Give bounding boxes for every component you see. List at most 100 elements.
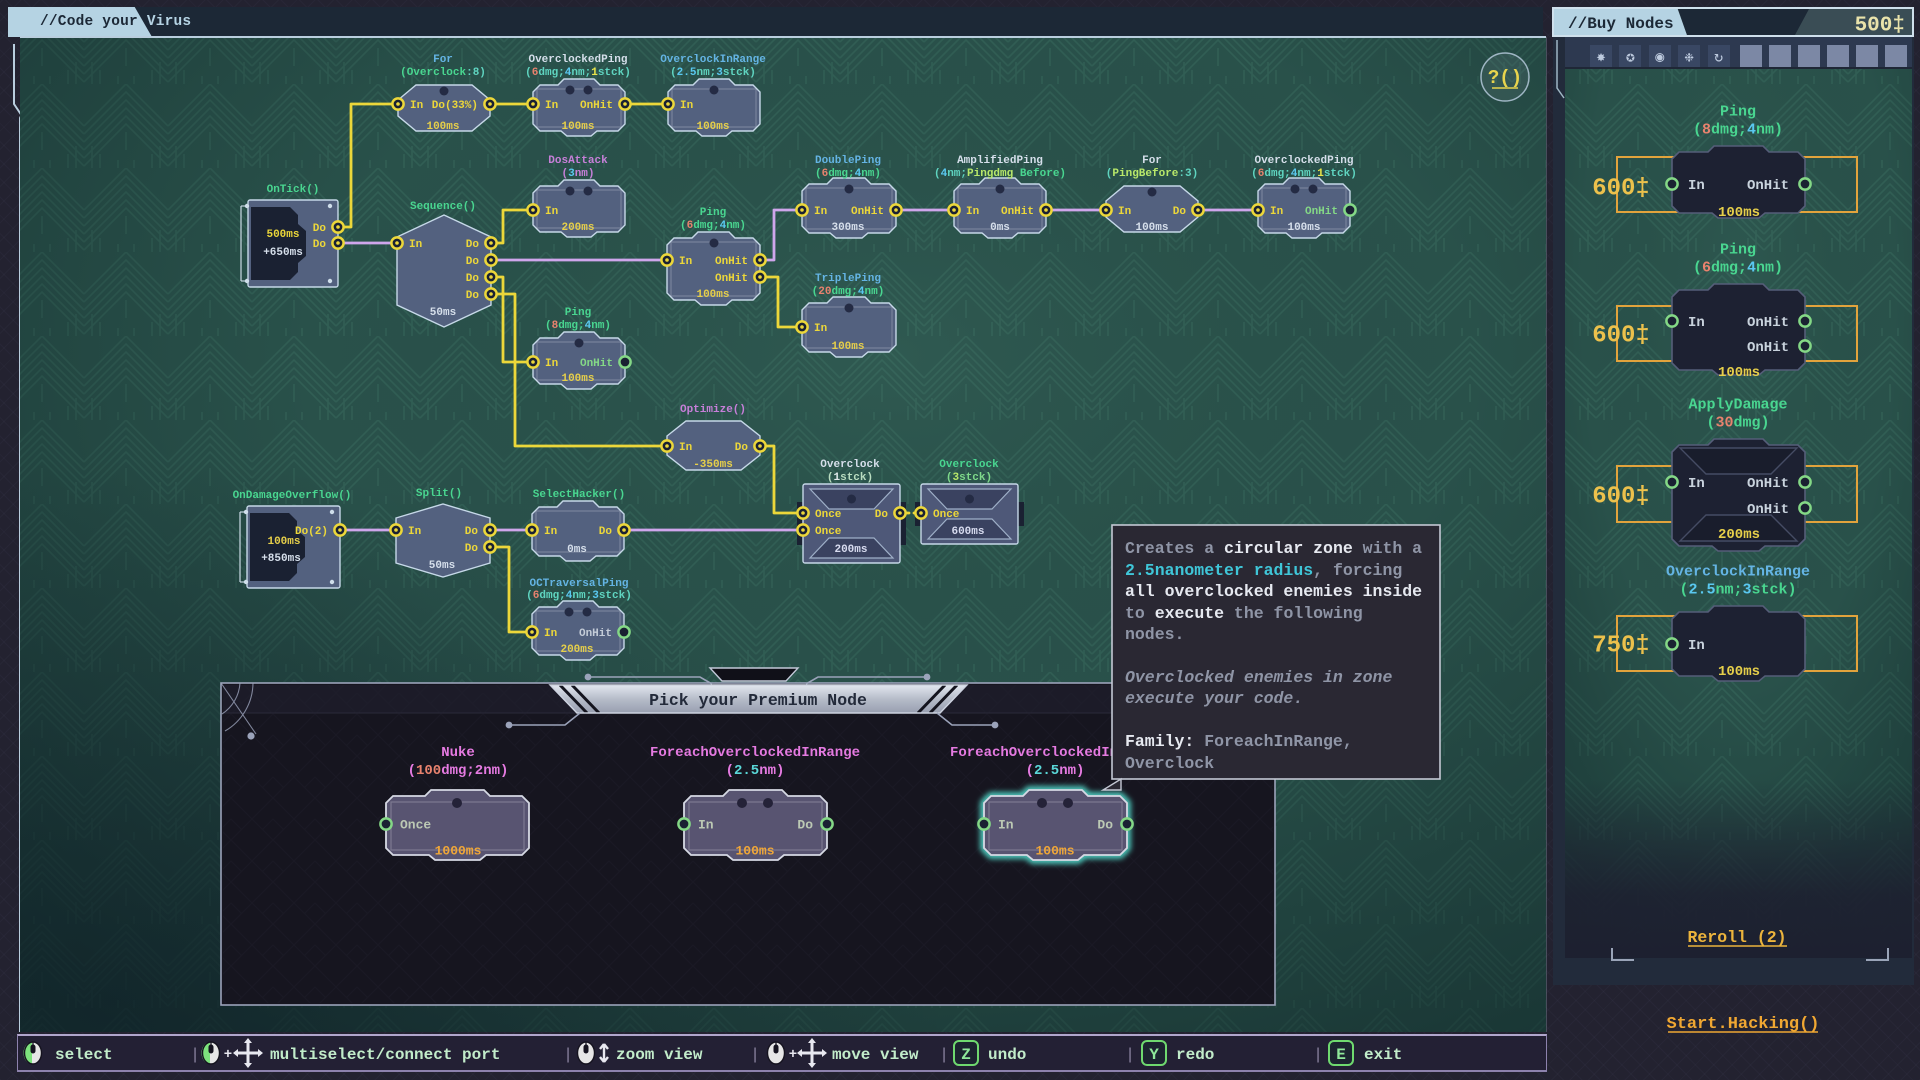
svg-text:+: +	[789, 1047, 797, 1063]
svg-text:E: E	[1336, 1046, 1346, 1064]
svg-text:OnHit: OnHit	[1001, 206, 1034, 218]
svg-text:|: |	[1313, 1046, 1323, 1064]
svg-text:OnTick(): OnTick()	[267, 184, 320, 196]
svg-text:100ms: 100ms	[1718, 664, 1760, 680]
svg-text:Reroll (2): Reroll (2)	[1687, 928, 1786, 947]
svg-text:Optimize(): Optimize()	[680, 404, 746, 416]
svg-text:DoublePing: DoublePing	[815, 155, 881, 167]
svg-text:100ms: 100ms	[1035, 844, 1074, 859]
svg-text:600‡: 600‡	[1592, 176, 1650, 203]
svg-text:TriplePing: TriplePing	[815, 273, 881, 285]
svg-text:(6dmg;4nm;1stck): (6dmg;4nm;1stck)	[525, 67, 631, 79]
svg-text:(6dmg;4nm): (6dmg;4nm)	[815, 168, 881, 180]
svg-text:undo: undo	[988, 1046, 1026, 1064]
svg-text:move view: move view	[832, 1046, 919, 1064]
svg-text:(PingBefore:3): (PingBefore:3)	[1106, 168, 1198, 180]
svg-text:Ping: Ping	[1720, 103, 1756, 120]
svg-text:Split(): Split()	[416, 488, 462, 500]
svg-text:In: In	[545, 100, 558, 112]
svg-text:(3stck): (3stck)	[946, 472, 992, 484]
svg-text:In: In	[1688, 638, 1705, 654]
svg-text:In: In	[409, 239, 422, 251]
svg-text:In: In	[544, 628, 557, 640]
svg-text:500ms: 500ms	[266, 229, 299, 241]
svg-text:Z: Z	[961, 1046, 971, 1064]
svg-text:Once: Once	[933, 509, 960, 521]
svg-text:(Overclock:8): (Overclock:8)	[400, 67, 486, 79]
svg-text:100ms: 100ms	[831, 341, 864, 353]
svg-text:In: In	[544, 526, 557, 538]
svg-text:Do: Do	[465, 543, 479, 555]
svg-text:OnHit: OnHit	[580, 100, 613, 112]
svg-text:Do: Do	[1097, 818, 1113, 833]
svg-text:200ms: 200ms	[560, 644, 593, 656]
svg-text:(2.5nm;3stck): (2.5nm;3stck)	[670, 67, 756, 79]
svg-text:600‡: 600‡	[1592, 323, 1650, 350]
svg-text:In: In	[1688, 476, 1705, 492]
svg-text:200ms: 200ms	[561, 222, 594, 234]
svg-text:In: In	[814, 323, 827, 335]
svg-text:600ms: 600ms	[951, 526, 984, 538]
svg-text:100ms: 100ms	[1287, 222, 1320, 234]
svg-text:100ms: 100ms	[735, 844, 774, 859]
svg-text:nodes.: nodes.	[1125, 625, 1184, 644]
svg-text:In: In	[679, 256, 692, 268]
svg-text:200ms: 200ms	[834, 544, 867, 556]
svg-text:In: In	[698, 818, 714, 833]
svg-text:Do: Do	[735, 442, 749, 454]
svg-text:ApplyDamage: ApplyDamage	[1688, 396, 1787, 413]
svg-text:Do: Do	[1173, 206, 1187, 218]
svg-text:In: In	[998, 818, 1014, 833]
svg-text:Sequence(): Sequence()	[410, 201, 476, 213]
svg-text:OnHit: OnHit	[1747, 315, 1789, 331]
svg-text:In: In	[680, 100, 693, 112]
svg-text:In: In	[1688, 315, 1705, 331]
svg-text:Once: Once	[815, 526, 842, 538]
svg-text:Do(2): Do(2)	[295, 526, 328, 538]
svg-text:AmplifiedPing: AmplifiedPing	[957, 155, 1043, 167]
svg-text:Do: Do	[875, 509, 889, 521]
svg-text:OnHit: OnHit	[715, 256, 748, 268]
svg-text:execute your code.: execute your code.	[1125, 689, 1303, 708]
svg-text:(6dmg;4nm;1stck): (6dmg;4nm;1stck)	[1251, 168, 1357, 180]
svg-text:(30dmg): (30dmg)	[1706, 414, 1769, 431]
svg-text:(2.5nm): (2.5nm)	[726, 763, 785, 779]
svg-text:to execute the following: to execute the following	[1125, 604, 1363, 623]
svg-text:For: For	[1142, 155, 1162, 167]
svg-text:Creates a circular zone with a: Creates a circular zone with a	[1125, 539, 1422, 558]
svg-text:↻: ↻	[1714, 49, 1723, 66]
svg-text:Nuke: Nuke	[441, 745, 475, 761]
svg-text:OverclockedPing: OverclockedPing	[528, 54, 627, 66]
svg-text:Overclock: Overclock	[939, 459, 999, 471]
svg-text:+850ms: +850ms	[261, 553, 301, 565]
svg-text:Overclocked enemies in zone: Overclocked enemies in zone	[1125, 668, 1392, 687]
svg-text:Do: Do	[466, 256, 480, 268]
svg-text:Y: Y	[1149, 1046, 1159, 1064]
svg-text:(100dmg;2nm): (100dmg;2nm)	[408, 763, 509, 779]
svg-text:|: |	[1125, 1046, 1135, 1064]
svg-text:200ms: 200ms	[1718, 527, 1760, 543]
svg-text:50ms: 50ms	[429, 560, 455, 572]
svg-text:✪: ✪	[1626, 49, 1635, 66]
svg-text:Overclock: Overclock	[1125, 754, 1214, 773]
svg-text:|: |	[563, 1046, 573, 1064]
svg-text://Buy Nodes: //Buy Nodes	[1568, 15, 1674, 33]
svg-text:(8dmg;4nm): (8dmg;4nm)	[1693, 121, 1783, 138]
svg-text:In: In	[966, 206, 979, 218]
svg-text:In: In	[1688, 178, 1705, 194]
svg-text:100ms: 100ms	[696, 289, 729, 301]
svg-text:OverclockInRange: OverclockInRange	[1666, 563, 1810, 580]
svg-text:Do: Do	[313, 223, 327, 235]
svg-text:Do: Do	[599, 526, 613, 538]
svg-text:OnHit: OnHit	[580, 358, 613, 370]
svg-text:100ms: 100ms	[561, 121, 594, 133]
svg-text:OnHit: OnHit	[1747, 178, 1789, 194]
svg-text:+650ms: +650ms	[263, 247, 303, 259]
svg-text:Ping: Ping	[1720, 241, 1756, 258]
svg-text:select: select	[55, 1046, 113, 1064]
svg-text:In: In	[545, 206, 558, 218]
svg-text:2.5nanometer radius, forcing: 2.5nanometer radius, forcing	[1125, 561, 1402, 580]
svg-text:OverclockInRange: OverclockInRange	[660, 54, 766, 66]
svg-text:OnDamageOverflow(): OnDamageOverflow()	[233, 490, 352, 502]
svg-text:Do: Do	[313, 239, 327, 251]
